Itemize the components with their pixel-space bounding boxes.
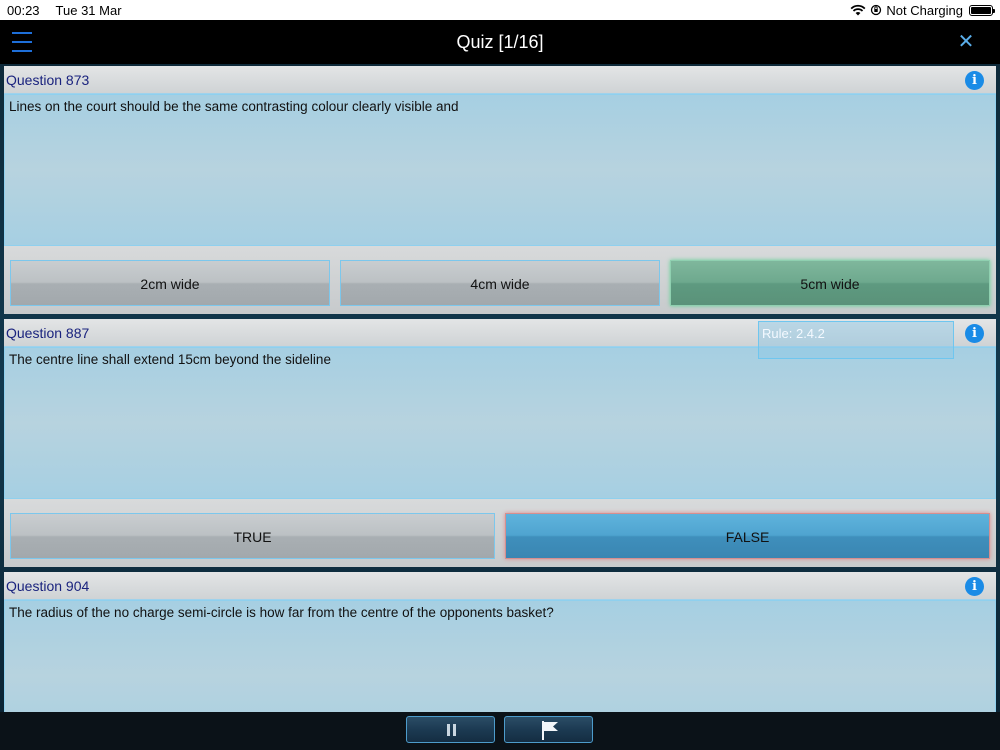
quiz-content[interactable]: Question 873 i Lines on the court should…	[0, 64, 1000, 712]
question-card: Question 873 i Lines on the court should…	[4, 66, 996, 314]
answer-button-false[interactable]: FALSE	[505, 513, 990, 559]
flag-icon	[542, 721, 558, 740]
answer-button-true[interactable]: TRUE	[10, 513, 495, 559]
question-text: The centre line shall extend 15cm beyond…	[4, 347, 996, 499]
pause-button[interactable]	[406, 716, 495, 743]
nav-bar: Quiz [1/16] ✕	[0, 20, 1000, 64]
close-icon[interactable]: ✕	[954, 30, 978, 54]
info-icon[interactable]: i	[965, 324, 984, 343]
flag-button[interactable]	[504, 716, 593, 743]
question-card: Question 887 Rule: 2.4.2 i The centre li…	[4, 319, 996, 567]
wifi-icon	[850, 4, 866, 16]
question-text: Lines on the court should be the same co…	[4, 94, 996, 246]
answer-button[interactable]: 4cm wide	[340, 260, 660, 306]
battery-icon	[969, 4, 995, 16]
pause-icon	[447, 724, 456, 736]
info-icon[interactable]: i	[965, 71, 984, 90]
orientation-lock-icon	[871, 4, 882, 16]
answer-row: 2cm wide 4cm wide 5cm wide	[4, 246, 996, 314]
status-right: Not Charging	[850, 2, 995, 18]
answer-button[interactable]: 2cm wide	[10, 260, 330, 306]
status-time: 00:23	[7, 2, 40, 18]
question-text: The radius of the no charge semi-circle …	[4, 600, 996, 712]
answer-row: TRUE FALSE	[4, 499, 996, 567]
question-card: Question 904 i The radius of the no char…	[4, 572, 996, 712]
charging-status: Not Charging	[886, 2, 963, 18]
info-icon[interactable]: i	[965, 577, 984, 596]
page-title: Quiz [1/16]	[456, 31, 544, 52]
answer-button-correct[interactable]: 5cm wide	[670, 260, 990, 306]
bottom-toolbar	[0, 712, 1000, 750]
rule-reference: Rule: 2.4.2	[758, 321, 954, 359]
question-header: Question 873	[4, 66, 996, 94]
status-bar: 00:23 Tue 31 Mar Not Charging	[0, 0, 1000, 20]
status-date: Tue 31 Mar	[55, 2, 122, 18]
question-header: Question 904	[4, 572, 996, 600]
hamburger-menu-icon[interactable]	[12, 32, 32, 52]
